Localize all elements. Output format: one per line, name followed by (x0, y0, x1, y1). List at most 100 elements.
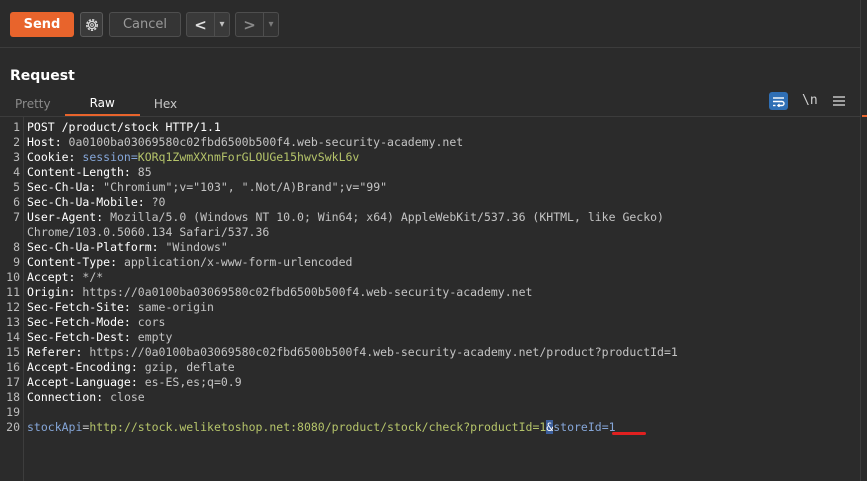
code-line: 9 Content-Type: application/x-www-form-ur… (0, 255, 860, 270)
line-content: Chrome/103.0.5060.134 Safari/537.36 (27, 225, 269, 240)
header-value: close (110, 390, 145, 404)
line-number: 20 (6, 420, 20, 434)
header-value: "Chromium";v="103", ".Not/A)Brand";v="99… (103, 180, 388, 194)
line-number: 15 (6, 345, 20, 359)
header-value: https://0a0100ba03069580c02fbd6500b500f4… (82, 285, 533, 299)
raw-request-editor[interactable]: 1 POST /product/stock HTTP/1.1 2 Host: 0a01… (0, 116, 860, 481)
show-newlines-button[interactable]: \n (802, 93, 818, 108)
right-scroll-strip[interactable] (860, 0, 867, 481)
header-name: Sec-Ch-Ua: (27, 180, 104, 194)
line-content: POST /product/stock HTTP/1.1 (27, 120, 221, 135)
header-name: Host: (27, 135, 69, 149)
code-line: 3 Cookie: session=KORq1ZwmXXnmForGLOUGe15… (0, 150, 860, 165)
header-value: Mozilla/5.0 (Windows NT 10.0; Win64; x64… (110, 210, 664, 224)
code-line: 6 Sec-Ch-Ua-Mobile: ?0 (0, 195, 860, 210)
line-number: 7 (13, 210, 20, 224)
line-number: 11 (6, 285, 20, 299)
line-content: Sec-Fetch-Mode: cors (27, 315, 165, 330)
code-line: 15 Referer: https://0a0100ba03069580c02fb… (0, 345, 860, 360)
header-value: 85 (137, 165, 152, 179)
code-line: 14 Sec-Fetch-Dest: empty (0, 330, 860, 345)
code-line: 13 Sec-Fetch-Mode: cors (0, 315, 860, 330)
line-number: 13 (6, 315, 20, 329)
line-number: 17 (6, 375, 20, 389)
wrap-lines-button[interactable] (769, 92, 788, 110)
header-name: Sec-Fetch-Mode: (27, 315, 138, 329)
gear-icon (85, 18, 98, 31)
header-value: gzip, deflate (144, 360, 235, 374)
send-button[interactable]: Send (10, 12, 74, 37)
panel-divider-mark (862, 115, 867, 117)
line-number: 14 (6, 330, 20, 344)
line-number: 10 (6, 270, 20, 284)
settings-button[interactable] (80, 12, 103, 37)
code-line: 5 Sec-Ch-Ua: "Chromium";v="103", ".Not/A)… (0, 180, 860, 195)
chevron-down-icon: ▾ (219, 19, 225, 30)
code-line: 10 Accept: */* (0, 270, 860, 285)
header-name: Accept-Encoding: (27, 360, 145, 374)
header-value: empty (137, 330, 173, 344)
back-button[interactable]: < (187, 13, 215, 36)
line-content: Host: 0a0100ba03069580c02fbd6500b500f4.w… (27, 135, 463, 150)
line-number: 4 (13, 165, 20, 179)
code-line-body: 20 stockApi=http://stock.weliketoshop.net… (0, 420, 860, 435)
code-line: 4 Content-Length: 85 (0, 165, 860, 180)
tab-pretty[interactable]: Pretty (0, 92, 65, 116)
line-number: 19 (6, 405, 20, 419)
tab-hex[interactable]: Hex (140, 92, 191, 116)
header-name: POST /product/stock HTTP/1.1 (27, 120, 221, 134)
code-line: 18 Connection: close (0, 390, 860, 405)
header-value: Chrome/103.0.5060.134 Safari/537.36 (27, 225, 270, 239)
line-content: Content-Length: 85 (27, 165, 152, 180)
forward-dropdown[interactable]: ▾ (264, 13, 278, 36)
line-content: Connection: close (27, 390, 145, 405)
line-number: 8 (13, 240, 20, 254)
header-value: "Windows" (165, 240, 228, 254)
header-name: Sec-Fetch-Site: (27, 300, 138, 314)
cookie-value: KORq1ZwmXXnmForGLOUGe15hwvSwkL6v (137, 150, 360, 164)
line-content: Accept-Language: es-ES,es;q=0.9 (27, 375, 242, 390)
back-nav: < ▾ (186, 12, 230, 37)
menu-icon[interactable] (833, 95, 845, 107)
forward-nav: > ▾ (235, 12, 279, 37)
header-name: Referer: (27, 345, 90, 359)
code-line: Chrome/103.0.5060.134 Safari/537.36 (0, 225, 860, 240)
line-content: Cookie: session=KORq1ZwmXXnmForGLOUGe15h… (27, 150, 359, 165)
code-line: 11 Origin: https://0a0100ba03069580c02fbd… (0, 285, 860, 300)
header-name: Sec-Ch-Ua-Mobile: (27, 195, 152, 209)
code-line: 12 Sec-Fetch-Site: same-origin (0, 300, 860, 315)
back-dropdown[interactable]: ▾ (215, 13, 229, 36)
request-lines: 1 POST /product/stock HTTP/1.1 2 Host: 0a01… (0, 120, 860, 435)
line-content: Sec-Fetch-Dest: empty (27, 330, 172, 345)
line-content: Sec-Ch-Ua: "Chromium";v="103", ".Not/A)B… (27, 180, 387, 195)
forward-button[interactable]: > (236, 13, 264, 36)
header-name: Accept: (27, 270, 83, 284)
request-toolbar: Send Cancel < ▾ > ▾ (0, 0, 860, 48)
tab-raw[interactable]: Raw (64, 92, 140, 116)
header-value: same-origin (137, 300, 214, 314)
header-value: 0a0100ba03069580c02fbd6500b500f4.web-sec… (68, 135, 464, 149)
line-content: Accept-Encoding: gzip, deflate (27, 360, 235, 375)
code-line: 2 Host: 0a0100ba03069580c02fbd6500b500f4.… (0, 135, 860, 150)
line-content: Accept: */* (27, 270, 103, 285)
header-value: ?0 (151, 195, 166, 209)
header-name: Cookie: (27, 150, 83, 164)
header-value: application/x-www-form-urlencoded (123, 255, 353, 269)
line-content: Content-Type: application/x-www-form-url… (27, 255, 352, 270)
line-content: Referer: https://0a0100ba03069580c02fbd6… (27, 345, 678, 360)
request-title: Request (10, 68, 75, 84)
header-name: Connection: (27, 390, 111, 404)
code-line: 1 POST /product/stock HTTP/1.1 (0, 120, 860, 135)
line-content: Sec-Ch-Ua-Platform: "Windows" (27, 240, 228, 255)
header-name: User-Agent: (27, 210, 111, 224)
line-number: 6 (13, 195, 20, 209)
wrap-lines-icon (773, 96, 785, 107)
code-line: 17 Accept-Language: es-ES,es;q=0.9 (0, 375, 860, 390)
line-number: 1 (13, 120, 20, 134)
line-number: 16 (6, 360, 20, 374)
param-value-url: http://stock.weliketoshop.net:8080/produ… (89, 420, 547, 434)
cancel-button[interactable]: Cancel (109, 12, 181, 37)
param-rest: storeId=1 (553, 420, 616, 434)
header-value: https://0a0100ba03069580c02fbd6500b500f4… (89, 345, 678, 359)
header-name: Origin: (27, 285, 83, 299)
